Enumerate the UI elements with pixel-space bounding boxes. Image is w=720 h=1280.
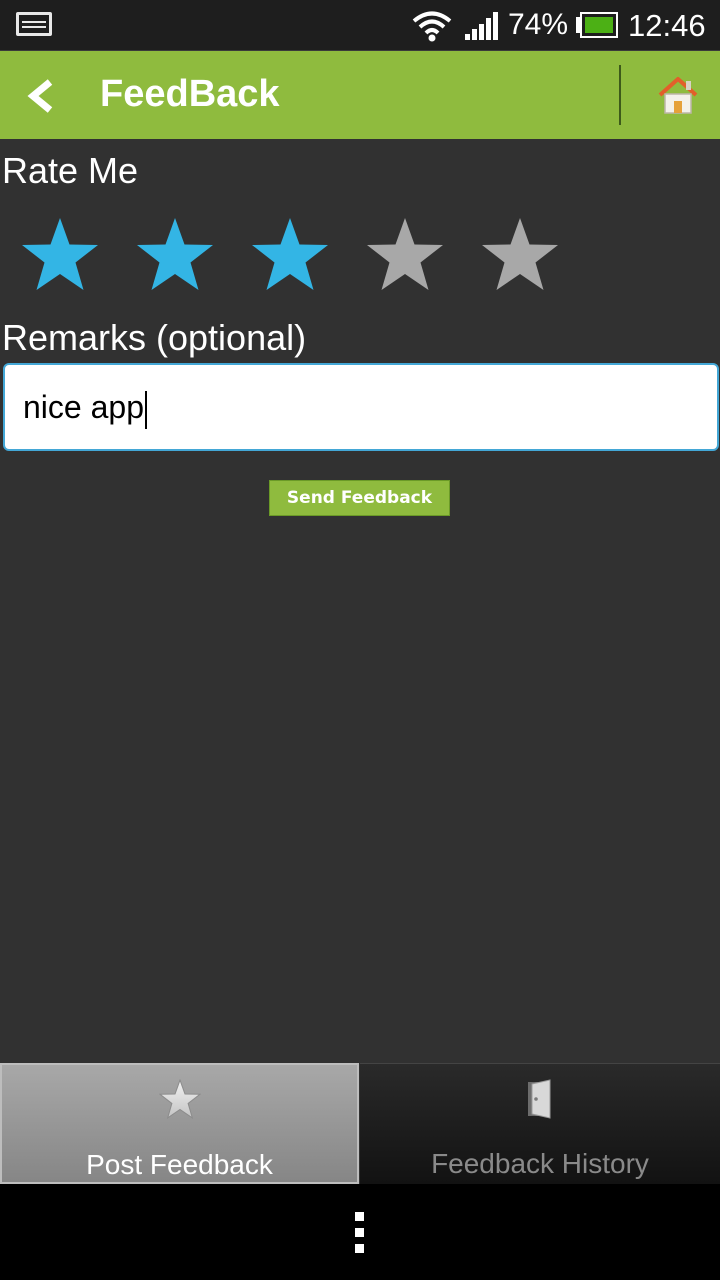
rating-star-1[interactable] bbox=[20, 216, 100, 292]
clock: 12:46 bbox=[628, 8, 706, 43]
battery-icon bbox=[576, 12, 618, 38]
action-bar-divider bbox=[619, 65, 621, 125]
action-bar: FeedBack bbox=[0, 51, 720, 139]
page-title: FeedBack bbox=[100, 73, 280, 115]
door-icon bbox=[528, 1079, 551, 1119]
overflow-menu-icon[interactable] bbox=[355, 1212, 365, 1254]
rating-star-4[interactable] bbox=[365, 216, 445, 292]
signal-icon bbox=[465, 12, 498, 40]
tab-label: Feedback History bbox=[431, 1148, 649, 1179]
tab-label: Post Feedback bbox=[86, 1149, 273, 1180]
send-feedback-button[interactable]: Send Feedback bbox=[269, 480, 450, 516]
wifi-icon bbox=[412, 11, 452, 42]
image-notification-icon bbox=[16, 12, 52, 36]
status-bar: 74% 12:46 bbox=[0, 0, 720, 51]
remarks-label: Remarks (optional) bbox=[2, 317, 307, 358]
home-icon[interactable] bbox=[656, 75, 700, 115]
rating-star-3[interactable] bbox=[250, 216, 330, 292]
star-icon bbox=[158, 1079, 201, 1119]
rating-star-5[interactable] bbox=[480, 216, 560, 292]
remarks-input-value: nice app bbox=[23, 389, 144, 425]
tab-feedback-history[interactable]: Feedback History bbox=[360, 1063, 720, 1184]
remarks-input[interactable]: nice app bbox=[3, 363, 719, 451]
rating-star-2[interactable] bbox=[135, 216, 215, 292]
navigation-bar bbox=[0, 1184, 720, 1280]
tab-post-feedback[interactable]: Post Feedback bbox=[0, 1063, 359, 1184]
rate-label: Rate Me bbox=[2, 150, 139, 191]
text-caret bbox=[144, 390, 147, 429]
battery-percent: 74% bbox=[508, 8, 569, 41]
chevron-left-icon[interactable] bbox=[26, 79, 56, 113]
